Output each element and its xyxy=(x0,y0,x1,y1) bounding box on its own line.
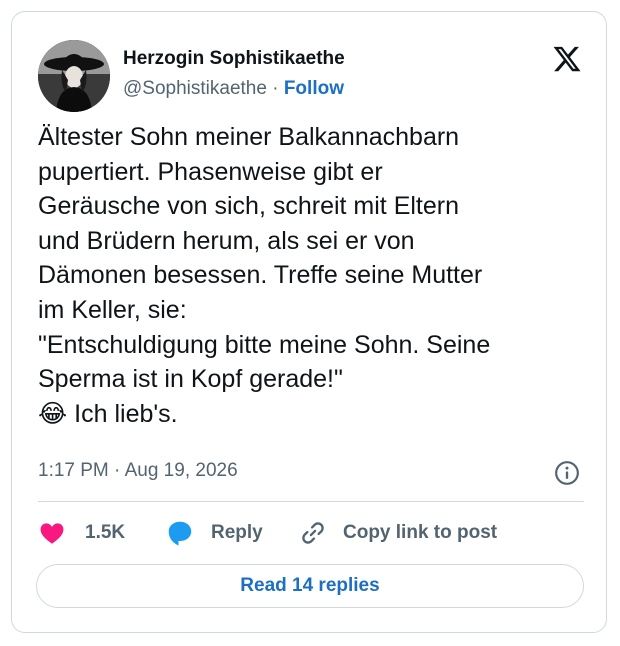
reply-button[interactable]: Reply xyxy=(165,518,263,548)
tweet-timestamp[interactable]: 1:17 PM · Aug 19, 2026 xyxy=(38,460,238,482)
read-replies-button[interactable]: Read 14 replies xyxy=(36,564,584,608)
heart-icon xyxy=(40,523,64,544)
tweet-line-last: 😂 Ich lieb's. xyxy=(38,397,598,432)
follow-button[interactable]: Follow xyxy=(284,78,344,99)
like-count: 1.5K xyxy=(85,522,126,543)
tweet-line-text: Ich lieb's. xyxy=(67,399,178,428)
tweet-text: Ältester Sohn meiner Balkannachbarn pupe… xyxy=(38,120,598,431)
tweet-line: "Entschuldigung bitte meine Sohn. Seine xyxy=(38,330,491,359)
tweet-line: Dämonen besessen. Treffe seine Mutter xyxy=(38,261,483,290)
tweet-line: und Brüdern herum, als sei er von xyxy=(38,226,415,255)
laughing-tears-emoji-icon: 😂 xyxy=(38,398,68,428)
copy-link-button[interactable]: Copy link to post xyxy=(299,518,497,548)
tweet-card: Herzogin Sophistikaethe @Sophistikaethe … xyxy=(11,11,607,633)
speech-bubble-icon xyxy=(168,521,192,546)
info-icon[interactable] xyxy=(554,460,580,486)
avatar[interactable] xyxy=(38,40,110,112)
author-display-name[interactable]: Herzogin Sophistikaethe xyxy=(123,48,345,70)
link-icon xyxy=(302,522,324,544)
divider xyxy=(38,501,584,502)
tweet-line: Sperma ist in Kopf gerade!" xyxy=(38,365,343,394)
x-logo-icon[interactable] xyxy=(552,44,582,74)
tweet-line: Geräusche von sich, schreit mit Eltern xyxy=(38,192,459,221)
like-button[interactable]: 1.5K xyxy=(38,518,125,548)
tweet-line: Ältester Sohn meiner Balkannachbarn xyxy=(38,123,460,151)
tweet-line: im Keller, sie: xyxy=(38,295,187,324)
tweet-line: pupertiert. Phasenweise gibt er xyxy=(38,157,383,186)
handle-separator: · xyxy=(266,78,284,99)
author-handle-row: @Sophistikaethe · Follow xyxy=(123,78,344,100)
copy-link-label: Copy link to post xyxy=(343,522,498,543)
avatar-image xyxy=(38,40,110,112)
author-handle[interactable]: @Sophistikaethe xyxy=(123,78,267,99)
reply-label: Reply xyxy=(211,522,263,543)
